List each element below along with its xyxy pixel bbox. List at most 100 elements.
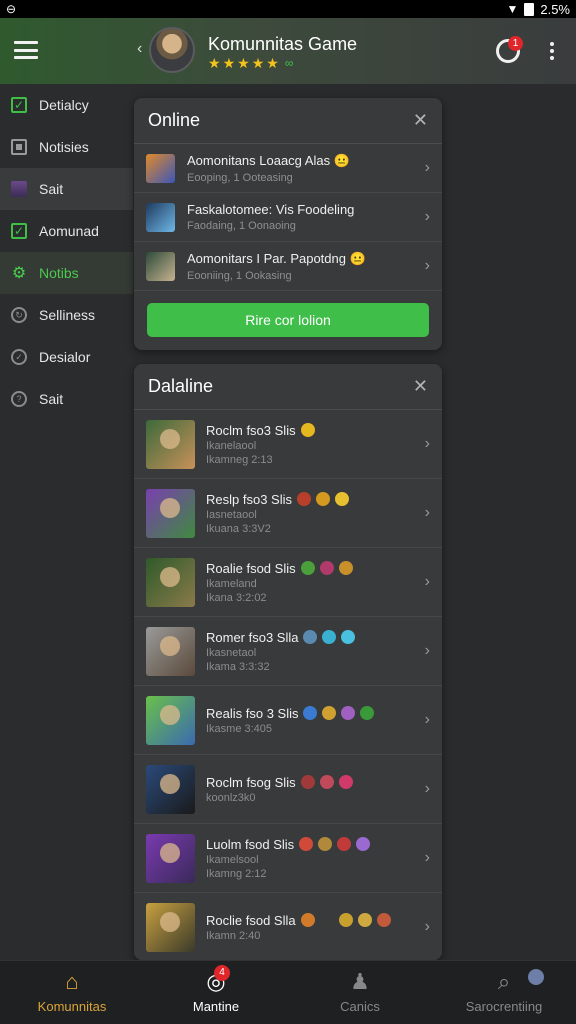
row-meta: Ikana 3:2:02: [206, 591, 267, 604]
row-title: Faskalotomee: Vis Foodeling: [187, 202, 355, 217]
badge-icon: [334, 492, 349, 506]
menu-icon[interactable]: [14, 41, 38, 59]
badge-icon: [300, 775, 315, 789]
list-item[interactable]: Roclie fsod Slla Ikamn 2:40 ›: [134, 893, 442, 960]
badge-icon: [338, 913, 353, 927]
sidebar-item-sait[interactable]: Sait: [0, 168, 133, 210]
nav-item-mantine[interactable]: ◎ 4 Mantine: [144, 961, 288, 1024]
badge-icon: [318, 837, 333, 851]
row-title: Romer fso3 Slla: [206, 629, 299, 645]
circle-icon: ?: [11, 391, 27, 407]
page-title: Komunnitas Game: [208, 34, 358, 54]
row-subtitle: Ikamn 2:40: [206, 929, 261, 942]
badge-icon: [319, 561, 334, 575]
battery-icon: [524, 2, 535, 16]
sidebar-item-desialor[interactable]: ✓ Desialor: [0, 336, 133, 378]
row-subtitle: Ikasme 3:405: [206, 722, 273, 735]
game-icon: [146, 153, 175, 183]
badge-icon: [341, 706, 356, 720]
sidebar-item-sait-2[interactable]: ? Sait: [0, 378, 133, 420]
row-title: Roclm fsog Slis: [206, 774, 296, 790]
info-badge: [528, 969, 544, 985]
list-item[interactable]: Reslp fso3 Slis Iasnetaool Ikuana 3:3V2 …: [134, 479, 442, 548]
chevron-right-icon: ›: [424, 918, 430, 935]
row-subtitle: Iasnetaool: [206, 508, 257, 521]
search-icon: ⌕: [497, 969, 511, 994]
rating-link[interactable]: ∞: [285, 56, 294, 70]
list-item[interactable]: Roclm fso3 Slis Ikanelaool Ikamneg 2:13 …: [134, 410, 442, 479]
sidebar-item-label: Sait: [39, 391, 64, 407]
chevron-right-icon: ›: [424, 504, 430, 521]
row-title: Roclie fsod Slla: [206, 912, 296, 928]
sidebar-item-label: Selliness: [39, 307, 96, 323]
nav-label: Canics: [340, 999, 380, 1014]
sidebar-item-notibs[interactable]: ⚙ Notibs: [0, 252, 133, 294]
star-icon: ★: [237, 55, 250, 71]
app-header: ‹ Komunnitas Game ★ ★ ★ ★ ★ ∞ 1: [0, 18, 576, 84]
badge-icon: [338, 775, 353, 789]
more-options-icon[interactable]: [549, 42, 555, 60]
list-item[interactable]: Faskalotomee: Vis Foodeling Faodaing, 1 …: [134, 193, 442, 242]
list-item[interactable]: Aomonitars I Par. Papotdng 😐 Eooniing, 1…: [134, 242, 442, 291]
avatar: [146, 626, 195, 676]
nav-label: Komunnitas: [37, 999, 107, 1014]
circle-icon: ✓: [11, 349, 27, 365]
star-icon: ★: [251, 55, 265, 71]
row-title: Reslp fso3 Slis: [206, 491, 292, 507]
close-icon[interactable]: ✕: [413, 110, 428, 131]
sidebar-item-label: Detialcy: [39, 97, 89, 113]
row-subtitle: koonlz3k0: [206, 791, 256, 804]
chevron-left-icon[interactable]: ‹: [137, 40, 142, 58]
list-item[interactable]: Romer fso3 Slla Ikasnetaol Ikama 3:3:32 …: [134, 617, 442, 686]
user-icon: [11, 181, 27, 197]
gear-icon: ⚙: [11, 265, 27, 282]
row-subtitle: Eooping, 1 Ooteasing: [187, 171, 293, 184]
row-meta: Ikamng 2:12: [206, 867, 267, 880]
check-icon: ✓: [11, 223, 27, 239]
chevron-right-icon: ›: [424, 257, 430, 274]
sidebar-item-label: Sait: [39, 181, 64, 197]
chevron-right-icon: ›: [424, 208, 430, 225]
chevron-right-icon: ›: [424, 711, 430, 728]
badge-icon: [376, 913, 391, 927]
card-header: Dalaline ✕: [134, 364, 442, 410]
close-icon[interactable]: ✕: [413, 376, 428, 397]
row-subtitle: Ikasnetaol: [206, 646, 257, 659]
nav-item-canics[interactable]: ♟ Canics: [288, 961, 432, 1024]
list-item[interactable]: Luolm fsod Slis Ikamelsool Ikamng 2:12 ›: [134, 824, 442, 893]
row-title: Aomonitars I Par. Papotdng 😐: [187, 250, 366, 266]
battery-level: 2.5%: [540, 1, 570, 17]
nav-item-sarocrentiing[interactable]: ⌕ Sarocrentiing: [432, 961, 576, 1024]
row-subtitle: Eooniing, 1 Ookasing: [187, 269, 292, 282]
list-item[interactable]: Roalie fsod Slis Ikameland Ikana 3:2:02 …: [134, 548, 442, 617]
action-button[interactable]: Rire cor lolion: [147, 303, 429, 337]
sidebar-item-detialcy[interactable]: ✓ Detialcy: [0, 84, 133, 126]
list-item[interactable]: Aomonitans Loaacg Alas 😐 Eooping, 1 Oote…: [134, 144, 442, 193]
sidebar-item-label: Notibs: [39, 265, 79, 281]
nav-label: Sarocrentiing: [465, 999, 543, 1014]
square-icon: [11, 139, 27, 155]
chevron-right-icon: ›: [424, 780, 430, 797]
game-icon: [146, 251, 175, 281]
sidebar-item-label: Desialor: [39, 349, 91, 365]
sidebar-item-aomunad[interactable]: ✓ Aomunad: [0, 210, 133, 252]
star-icon: ★: [208, 55, 221, 71]
nav-badge: 4: [214, 965, 230, 981]
card-title: Online: [148, 110, 201, 130]
nav-item-komunnitas[interactable]: ⌂ Komunnitas: [0, 961, 144, 1024]
badge-icon: [303, 630, 318, 644]
chevron-right-icon: ›: [424, 642, 430, 659]
row-title: Roclm fso3 Slis: [206, 422, 296, 438]
badge-icon: [319, 913, 334, 927]
list-item[interactable]: Realis fso 3 Slis Ikasme 3:405 ›: [134, 686, 442, 755]
avatar: [146, 764, 195, 814]
sidebar-item-notisies[interactable]: Notisies: [0, 126, 133, 168]
status-bar: ⊖ ▼ 2.5%: [0, 0, 576, 18]
list-item[interactable]: Roclm fsog Slis koonlz3k0 ›: [134, 755, 442, 824]
community-avatar[interactable]: [149, 27, 195, 73]
avatar: [146, 419, 195, 469]
badge-icon: [303, 706, 318, 720]
avatar: [146, 488, 195, 538]
nav-label: Mantine: [192, 999, 240, 1014]
sidebar-item-selliness[interactable]: ↻ Selliness: [0, 294, 133, 336]
